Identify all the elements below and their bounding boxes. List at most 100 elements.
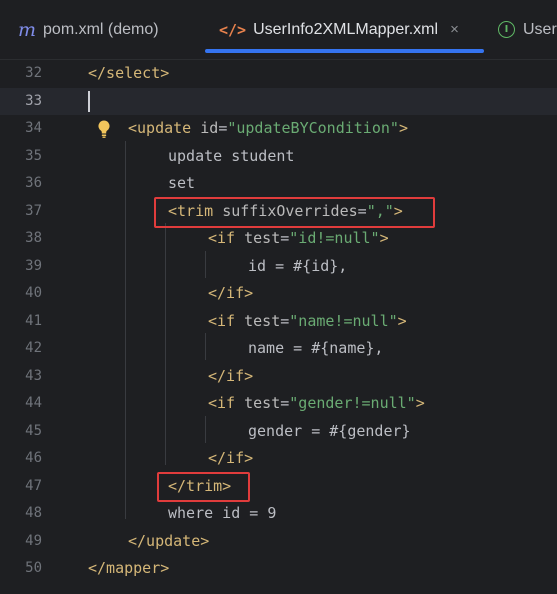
code-token: > [397, 311, 407, 330]
code-text: </if> [208, 280, 253, 307]
code-token: "name!=null" [289, 311, 398, 330]
line-number: 41 [25, 312, 42, 329]
code-token: "updateBYCondition" [227, 119, 399, 137]
line-number: 45 [25, 422, 42, 439]
code-line[interactable]: 35 update student [0, 143, 557, 170]
red-highlight-box [157, 472, 250, 502]
line-number: 44 [25, 395, 42, 411]
code-line[interactable]: 34 <update id="updateBYCondition"> [0, 115, 557, 142]
tab-userinfo-interface[interactable]: I UserI [498, 0, 557, 59]
code-token: "gender!=null" [289, 394, 416, 412]
code-text: <update id="updateBYCondition"> [128, 115, 408, 142]
code-token: test [244, 229, 281, 247]
tab-label: UserI [523, 20, 557, 38]
code-text: id = #{id}, [248, 253, 347, 280]
code-text: name = #{name}, [248, 335, 383, 362]
code-text: <if test="gender!=null"> [208, 390, 425, 417]
line-number: 40 [25, 285, 42, 301]
line-number: 32 [25, 65, 42, 81]
active-tab-indicator [205, 49, 484, 53]
line-number: 47 [25, 477, 42, 494]
code-text: <if test="name!=null"> [208, 308, 407, 335]
code-token: "id!=null" [289, 229, 380, 247]
code-token: test [244, 311, 281, 330]
code-text: set [168, 170, 195, 197]
line-number: 39 [25, 257, 42, 274]
code-line[interactable]: 38 <if test="id!=null"> [0, 225, 557, 252]
code-line[interactable]: 41 <if test="name!=null"> [0, 308, 557, 335]
xml-tag-icon: </> [219, 20, 247, 39]
code-token: <if [208, 394, 245, 412]
code-token: </if> [208, 449, 254, 467]
code-text: </update> [128, 528, 209, 555]
code-text: where id = 9 [168, 500, 276, 527]
code-line[interactable]: 36 set [0, 170, 557, 197]
code-text: gender = #{gender} [248, 418, 411, 445]
code-token: <if [208, 229, 245, 247]
code-token: </mapper> [88, 559, 170, 577]
code-line[interactable]: 47 </trim> [0, 473, 557, 500]
maven-m-icon: m [18, 18, 37, 41]
code-line[interactable]: 46 </if> [0, 445, 557, 472]
code-line[interactable]: 50 </mapper> [0, 555, 557, 582]
close-tab-icon[interactable]: × [450, 21, 459, 38]
code-token: </update> [128, 531, 210, 550]
code-text: </if> [208, 363, 253, 390]
line-number: 42 [25, 340, 42, 356]
interface-i-icon: I [498, 21, 515, 38]
code-token: = [280, 311, 290, 330]
line-number: 35 [25, 147, 42, 164]
line-number: 33 [25, 92, 42, 109]
code-line[interactable]: 40 </if> [0, 280, 557, 307]
code-text: update student [168, 143, 294, 170]
editor-tab-bar: m pom.xml (demo) </> UserInfo2XMLMapper.… [0, 0, 557, 60]
code-line[interactable]: 45 gender = #{gender} [0, 418, 557, 445]
tab-label: UserInfo2XMLMapper.xml [253, 20, 439, 38]
line-number: 37 [25, 202, 42, 219]
code-token: <if [208, 311, 245, 330]
tab-label: pom.xml (demo) [43, 20, 159, 38]
code-line[interactable]: 48 where id = 9 [0, 500, 557, 527]
code-token: = [280, 229, 290, 247]
code-text: </mapper> [88, 555, 169, 582]
code-line[interactable]: 44 <if test="gender!=null"> [0, 390, 557, 417]
tab-pom-xml[interactable]: m pom.xml (demo) [18, 0, 159, 59]
code-token: </select> [88, 64, 170, 82]
code-token: = [280, 394, 290, 412]
code-token: > [379, 229, 389, 247]
code-line[interactable]: 43 </if> [0, 363, 557, 390]
code-token: gender = #{gender} [248, 421, 411, 440]
line-number: 48 [25, 505, 42, 521]
code-line[interactable]: 42 name = #{name}, [0, 335, 557, 362]
code-token: = [218, 119, 228, 137]
code-line[interactable]: 32 </select> [0, 60, 557, 87]
code-token: id [200, 119, 219, 137]
code-token: update student [168, 146, 295, 165]
code-line[interactable]: 49 </update> [0, 528, 557, 555]
code-token: test [244, 394, 281, 412]
code-token: > [398, 119, 408, 137]
line-number: 46 [25, 450, 42, 466]
code-text: </if> [208, 445, 253, 472]
line-number: 50 [25, 560, 42, 576]
code-token: </if> [208, 284, 254, 302]
text-caret [88, 90, 90, 112]
line-number: 38 [25, 230, 42, 246]
code-token: where id = 9 [168, 504, 277, 522]
code-line[interactable]: 33 [0, 87, 557, 115]
line-number: 49 [25, 532, 42, 549]
code-token: <update [128, 119, 201, 137]
code-token: </if> [208, 366, 254, 385]
code-token: > [415, 394, 425, 412]
red-highlight-box [154, 197, 435, 228]
line-number: 34 [25, 120, 42, 136]
code-editor[interactable]: 32 </select> 33 34 <update id="updateBYCondi… [0, 59, 557, 594]
code-token: name = #{name}, [248, 339, 384, 357]
intention-bulb-icon[interactable] [96, 119, 112, 139]
code-token: set [168, 174, 196, 192]
line-number: 43 [25, 367, 42, 384]
code-text: <if test="id!=null"> [208, 225, 389, 252]
code-line[interactable]: 39 id = #{id}, [0, 253, 557, 280]
code-token: id = #{id}, [248, 256, 348, 275]
code-text: </select> [88, 60, 169, 87]
